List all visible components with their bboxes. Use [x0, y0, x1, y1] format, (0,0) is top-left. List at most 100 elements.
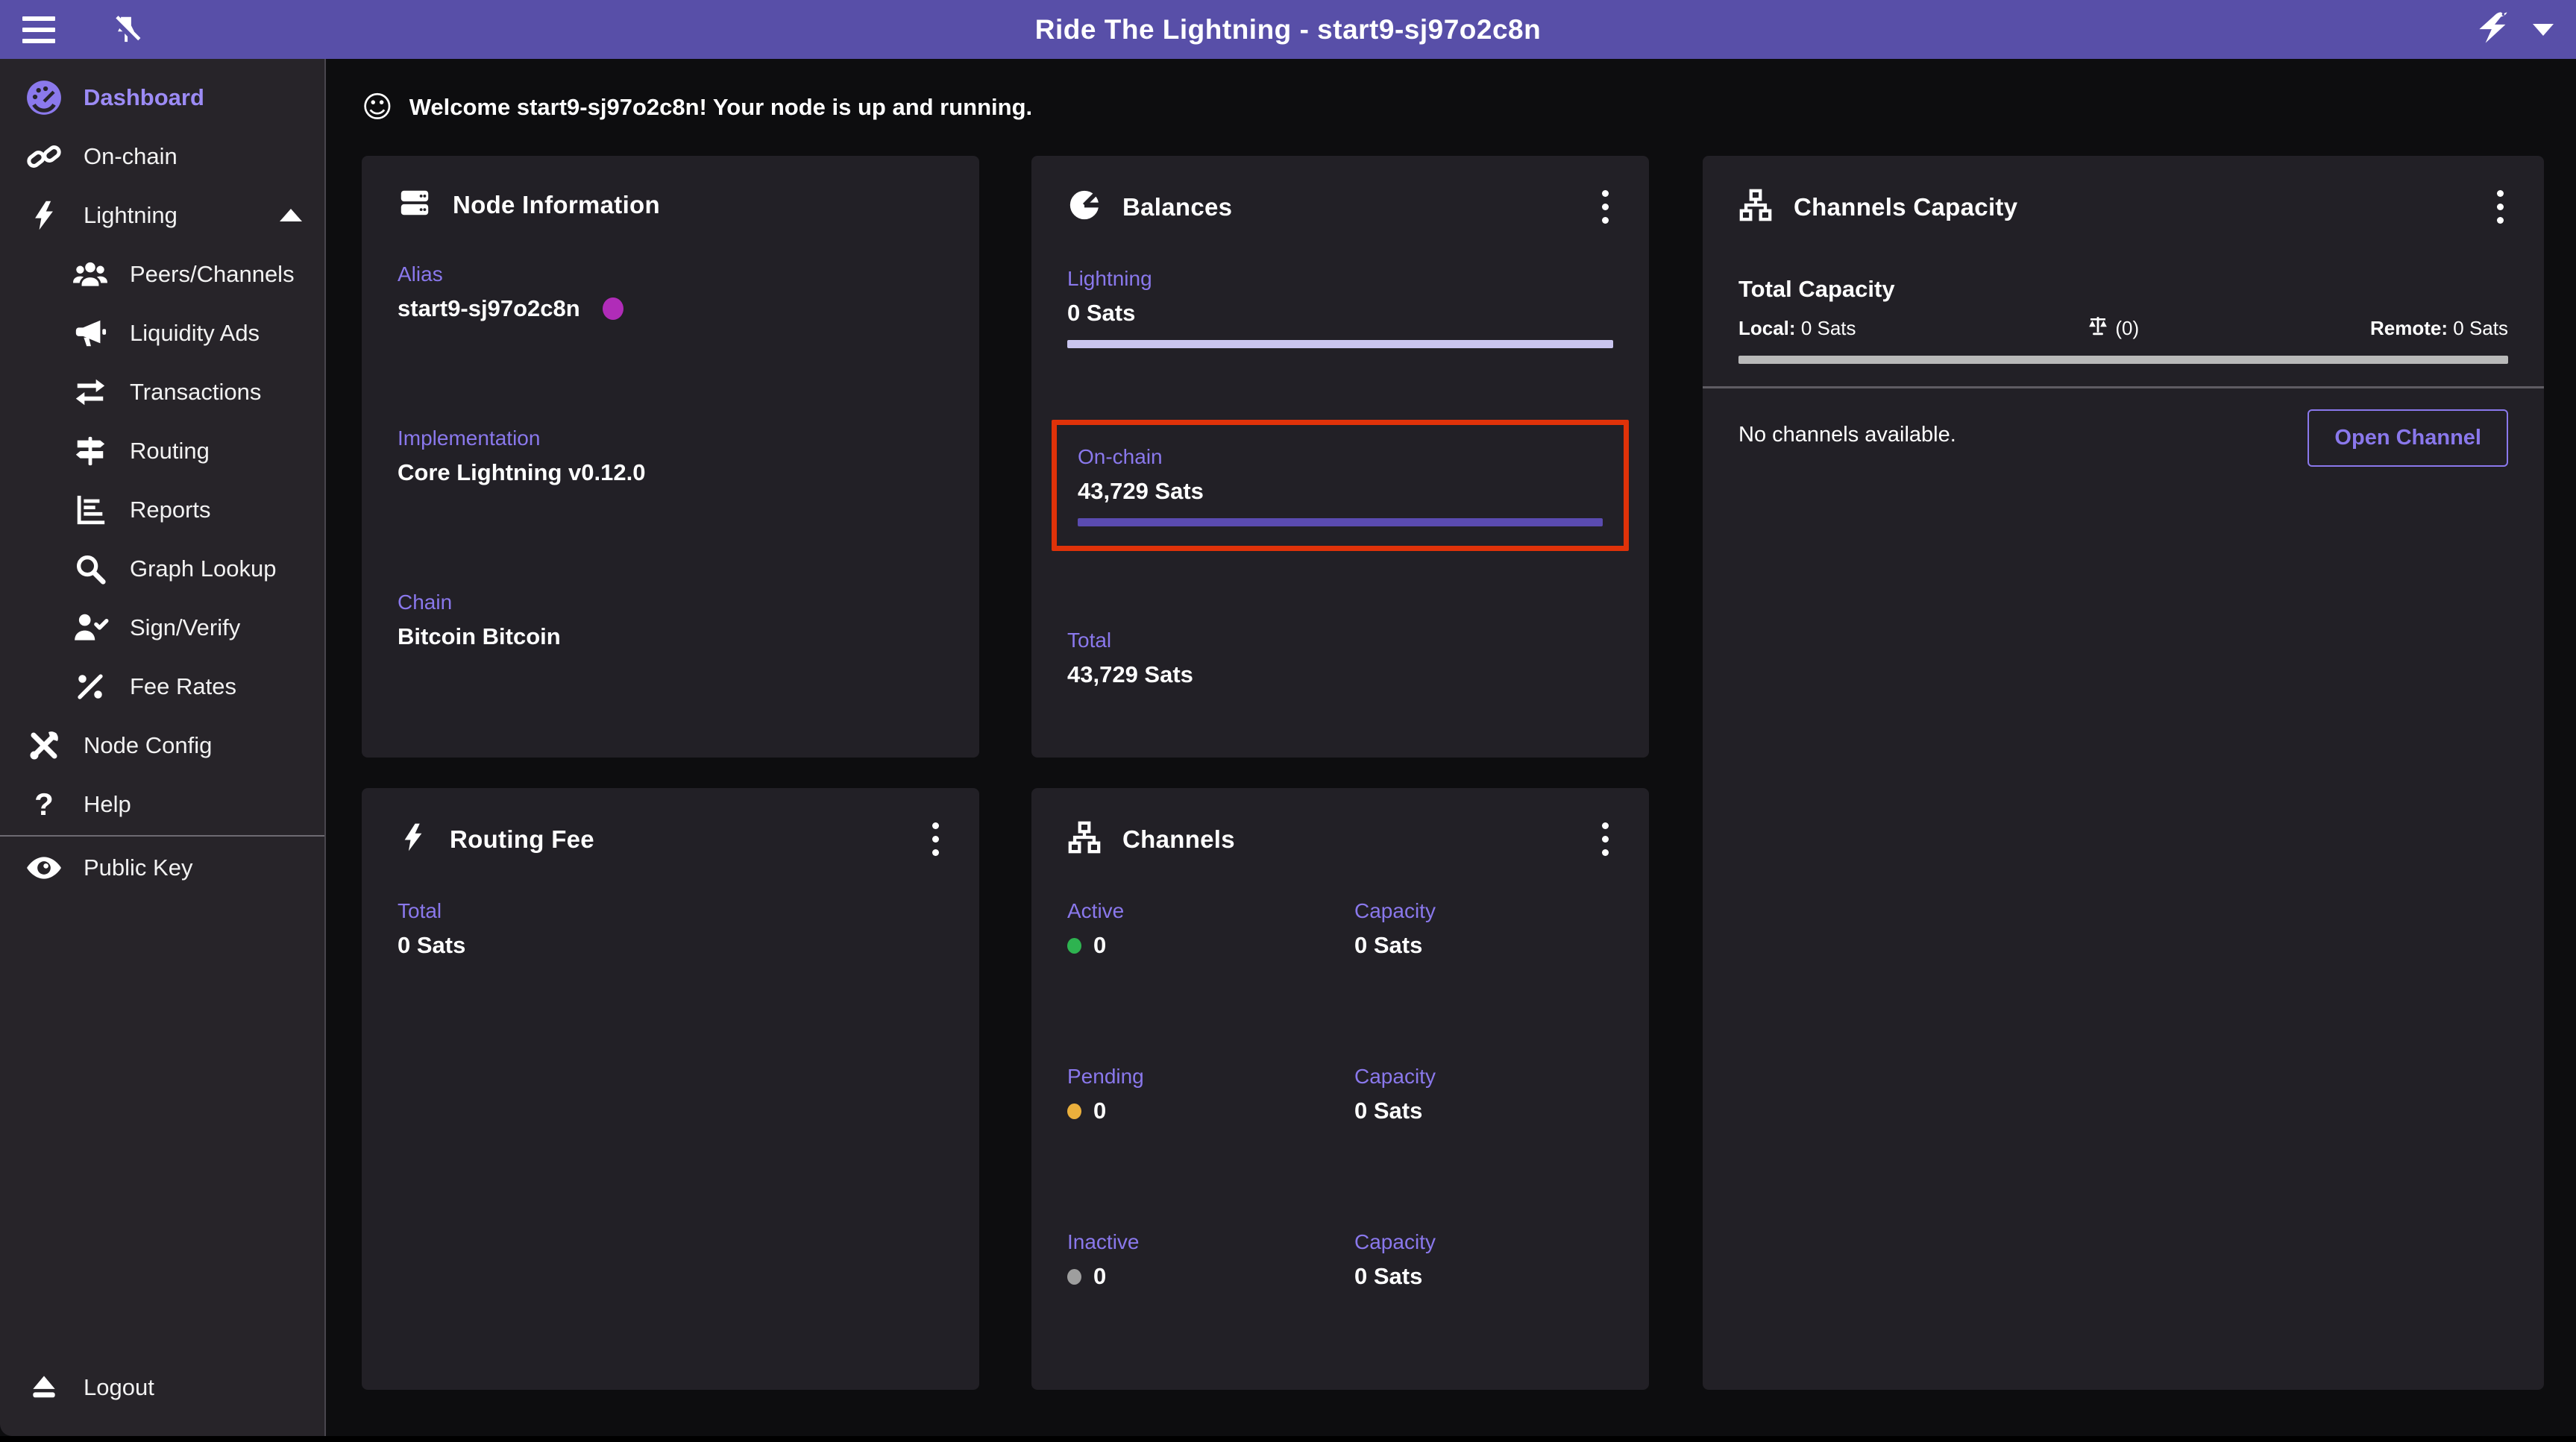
implementation-stat: Implementation Core Lightning v0.12.0 [398, 426, 943, 486]
remote-label: Remote: [2370, 317, 2448, 339]
logout-button[interactable]: Logout [0, 1358, 324, 1417]
sidebar-item-peers-channels[interactable]: Peers/Channels [0, 245, 324, 303]
sidebar-item-sign-verify[interactable]: Sign/Verify [0, 598, 324, 657]
sidebar-item-label: Public Key [84, 854, 192, 881]
sidebar-item-routing[interactable]: Routing [0, 421, 324, 480]
percent-icon [72, 671, 109, 702]
sidebar-item-fee-rates[interactable]: Fee Rates [0, 657, 324, 716]
local-label: Local: [1738, 317, 1796, 339]
lightning-label: Lightning [1067, 267, 1613, 291]
bar-chart-icon [72, 493, 109, 527]
active-label: Active [1067, 899, 1354, 923]
welcome-banner: ☺ Welcome start9-sj97o2c8n! Your node is… [362, 81, 2576, 133]
sidebar-item-public-key[interactable]: Public Key [0, 838, 324, 897]
card-title: Routing Fee [450, 825, 594, 854]
capacity-value: 0 Sats [1354, 1098, 1613, 1124]
onchain-label: On-chain [1078, 445, 1603, 469]
capacity-row: Local: 0 Sats [1738, 315, 2508, 342]
pin-off-icon[interactable] [104, 8, 148, 51]
megaphone-icon [72, 316, 109, 350]
capacity-value: 0 Sats [1354, 1263, 1613, 1290]
sidebar-item-node-config[interactable]: Node Config [0, 716, 324, 775]
inactive-status-dot [1067, 1269, 1081, 1285]
sidebar-item-liquidity-ads[interactable]: Liquidity Ads [0, 303, 324, 362]
server-icon [398, 186, 432, 224]
remote-value: 0 Sats [2453, 317, 2508, 339]
lightning-value: 0 Sats [1067, 300, 1613, 327]
kebab-menu-icon[interactable] [928, 818, 943, 860]
account-menu[interactable] [2470, 8, 2554, 51]
inactive-label: Inactive [1067, 1230, 1354, 1254]
search-icon [72, 552, 109, 586]
card-title: Channels [1122, 825, 1235, 854]
lightning-progress-bar [1067, 340, 1613, 348]
onchain-highlight-box: On-chain 43,729 Sats [1052, 420, 1629, 551]
person-check-icon [72, 609, 109, 646]
active-status-dot [1067, 938, 1081, 954]
sidebar-divider [0, 835, 324, 837]
rtl-logo [2470, 8, 2519, 51]
card-divider [1703, 386, 2544, 388]
hub-icon [1067, 820, 1102, 858]
chain-label: Chain [398, 591, 943, 614]
chain-value: Bitcoin Bitcoin [398, 623, 943, 650]
capacity-progress-bar [1738, 356, 2508, 364]
implementation-label: Implementation [398, 426, 943, 450]
kebab-menu-icon[interactable] [2492, 186, 2508, 228]
eye-icon [25, 855, 63, 881]
chain-stat: Chain Bitcoin Bitcoin [398, 591, 943, 650]
sidebar-item-label: Lightning [84, 202, 178, 229]
main-content: ☺ Welcome start9-sj97o2c8n! Your node is… [326, 59, 2576, 1436]
sidebar-item-label: Peers/Channels [130, 261, 295, 288]
bolt-icon [25, 199, 63, 232]
sidebar-item-label: Fee Rates [130, 673, 236, 700]
routing-fee-card: Routing Fee Total 0 Sats [362, 788, 979, 1390]
sidebar-item-transactions[interactable]: Transactions [0, 362, 324, 421]
channels-capacity-card: Channels Capacity Total Capacity Local: … [1703, 156, 2544, 1390]
eject-icon [25, 1371, 63, 1404]
routing-total-stat: Total 0 Sats [398, 899, 943, 959]
signpost-icon [72, 434, 109, 468]
question-icon: ? [25, 787, 63, 822]
total-capacity-title: Total Capacity [1738, 276, 2508, 303]
open-channel-button[interactable]: Open Channel [2308, 409, 2508, 467]
active-count: 0 [1093, 932, 1106, 959]
swap-arrows-icon [72, 375, 109, 409]
link-icon [25, 139, 63, 174]
inactive-count: 0 [1093, 1263, 1106, 1290]
sidebar-item-reports[interactable]: Reports [0, 480, 324, 539]
logout-label: Logout [84, 1374, 154, 1401]
hamburger-menu-icon[interactable] [22, 8, 66, 51]
smiley-icon: ☺ [362, 92, 393, 122]
kebab-menu-icon[interactable] [1598, 818, 1613, 860]
tools-icon [25, 728, 63, 763]
rtl-app: Ride The Lightning - start9-sj97o2c8n [0, 0, 2576, 1436]
alias-stat: Alias start9-sj97o2c8n [398, 262, 943, 322]
capacity-value: 0 Sats [1354, 932, 1613, 959]
sidebar-item-lightning[interactable]: Lightning [0, 186, 324, 245]
no-channels-text: No channels available. [1738, 423, 1956, 447]
capacity-label: Capacity [1354, 1065, 1613, 1089]
sidebar-item-label: Graph Lookup [130, 555, 276, 582]
kebab-menu-icon[interactable] [1598, 186, 1613, 228]
pending-label: Pending [1067, 1065, 1354, 1089]
sidebar-item-graph-lookup[interactable]: Graph Lookup [0, 539, 324, 598]
sidebar-item-dashboard[interactable]: Dashboard [0, 68, 324, 127]
sidebar-item-label: Sign/Verify [130, 614, 240, 641]
pending-channels-row: Pending 0 Capacity 0 Sats [1067, 1065, 1613, 1124]
sidebar-item-label: Routing [130, 438, 210, 465]
total-balance-stat: Total 43,729 Sats [1067, 629, 1613, 688]
hub-icon [1738, 188, 1773, 226]
capacity-label: Capacity [1354, 899, 1613, 923]
top-bar: Ride The Lightning - start9-sj97o2c8n [0, 0, 2576, 59]
sidebar-item-help[interactable]: ? Help [0, 775, 324, 834]
card-title: Balances [1122, 193, 1232, 221]
sidebar-item-onchain[interactable]: On-chain [0, 127, 324, 186]
node-information-card: Node Information Alias start9-sj97o2c8n … [362, 156, 979, 758]
alias-status-dot [603, 297, 623, 320]
inactive-channels-row: Inactive 0 Capacity 0 Sats [1067, 1230, 1613, 1290]
dashboard-icon [25, 79, 63, 116]
sidebar-item-label: Node Config [84, 732, 212, 759]
page-title: Ride The Lightning - start9-sj97o2c8n [1035, 14, 1541, 45]
sidebar-item-label: Reports [130, 497, 211, 523]
